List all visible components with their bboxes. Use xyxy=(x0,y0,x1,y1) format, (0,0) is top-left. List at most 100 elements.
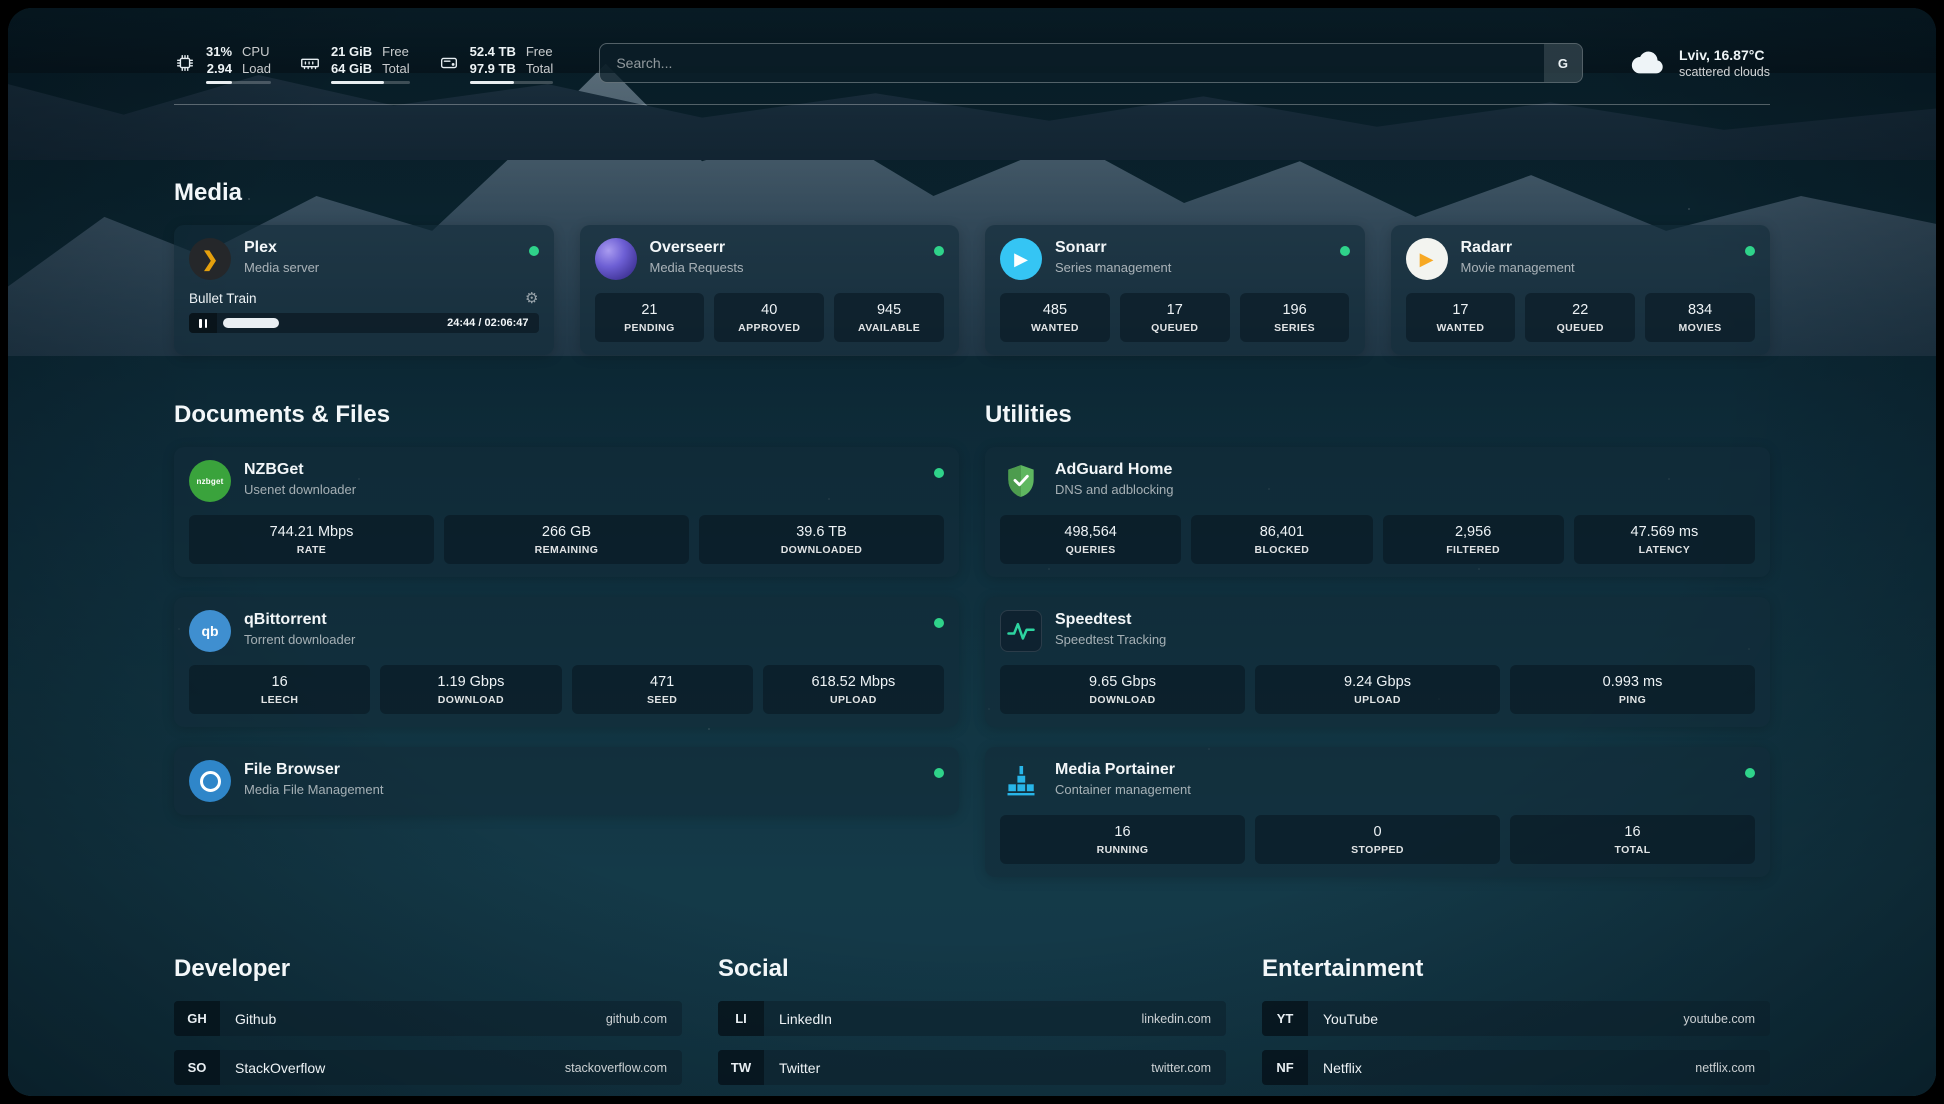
stat-total: 16 TOTAL xyxy=(1510,815,1755,864)
bookmark-netflix[interactable]: NF Netflix netflix.com xyxy=(1262,1050,1770,1085)
service-subtitle: Movie management xyxy=(1461,260,1575,275)
ram-free-value: 21 GiB xyxy=(331,43,372,60)
service-name: Radarr xyxy=(1461,239,1575,257)
search-bar: G xyxy=(599,43,1583,83)
disk-progress-fill xyxy=(470,81,514,84)
bookmark-group-social: Social LI LinkedIn linkedin.com TW Twitt… xyxy=(718,955,1226,1096)
qbittorrent-icon: qb xyxy=(189,610,231,652)
section-title-documents: Documents & Files xyxy=(174,401,959,429)
bookmark-url: linkedin.com xyxy=(1142,1012,1211,1026)
bookmark-twitter[interactable]: TW Twitter twitter.com xyxy=(718,1050,1226,1085)
bookmark-github[interactable]: GH Github github.com xyxy=(174,1001,682,1036)
ram-metric-body: 21 GiB 64 GiB Free Total xyxy=(331,43,410,84)
weather-condition: scattered clouds xyxy=(1679,65,1770,79)
section-title-entertainment: Entertainment xyxy=(1262,955,1770,983)
playback-progress-bar[interactable]: 24:44 / 02:06:47 xyxy=(189,313,539,333)
service-card-portainer[interactable]: Media Portainer Container management 16 … xyxy=(985,747,1770,877)
ram-metric: 21 GiB 64 GiB Free Total xyxy=(299,43,410,84)
now-playing-title: Bullet Train xyxy=(189,291,257,306)
bookmark-abbr: TW xyxy=(718,1050,764,1085)
stat-approved: 40 APPROVED xyxy=(714,293,824,342)
service-card-speedtest[interactable]: Speedtest Speedtest Tracking 9.65 Gbps D… xyxy=(985,597,1770,727)
playback-time: 24:44 / 02:06:47 xyxy=(447,313,528,333)
bookmark-name: LinkedIn xyxy=(779,1011,832,1027)
plex-now-playing: Bullet Train ⚙ 24:44 / 02:06:47 xyxy=(189,291,539,333)
disk-icon xyxy=(438,52,460,74)
cpu-icon xyxy=(174,52,196,74)
service-card-overseerr[interactable]: Overseerr Media Requests 21 PENDING 40 A… xyxy=(580,225,960,355)
service-card-qbittorrent[interactable]: qb qBittorrent Torrent downloader 16 LEE… xyxy=(174,597,959,727)
service-name: NZBGet xyxy=(244,461,356,479)
disk-free-label: Free xyxy=(526,43,553,60)
section-title-developer: Developer xyxy=(174,955,682,983)
bookmark-linkedin[interactable]: LI LinkedIn linkedin.com xyxy=(718,1001,1226,1036)
stat-remaining: 266 GB REMAINING xyxy=(444,515,689,564)
topbar: 31% 2.94 CPU Load xyxy=(174,38,1770,88)
section-media: Media ❯ Plex Media server Bullet Tr xyxy=(174,179,1770,355)
bookmark-name: Netflix xyxy=(1323,1060,1362,1076)
filebrowser-icon xyxy=(189,760,231,802)
bookmark-url: youtube.com xyxy=(1683,1012,1755,1026)
disk-total-label: Total xyxy=(526,60,553,77)
cpu-progress-fill xyxy=(206,81,232,84)
service-subtitle: Media Requests xyxy=(650,260,744,275)
media-grid: ❯ Plex Media server Bullet Train ⚙ xyxy=(174,225,1770,355)
service-subtitle: Media File Management xyxy=(244,782,383,797)
settings-icon[interactable]: ⚙ xyxy=(525,291,538,306)
service-subtitle: Series management xyxy=(1055,260,1171,275)
bookmark-url: stackoverflow.com xyxy=(565,1061,667,1075)
section-title-media: Media xyxy=(174,179,1770,207)
stat-downloaded: 39.6 TB DOWNLOADED xyxy=(699,515,944,564)
service-subtitle: Torrent downloader xyxy=(244,632,355,647)
service-card-radarr[interactable]: ▶ Radarr Movie management 17 WANTED xyxy=(1391,225,1771,355)
bookmark-youtube[interactable]: YT YouTube youtube.com xyxy=(1262,1001,1770,1036)
plex-icon: ❯ xyxy=(189,238,231,280)
weather-location: Lviv, 16.87°C xyxy=(1679,47,1770,63)
ram-total-value: 64 GiB xyxy=(331,60,372,77)
cpu-metric-body: 31% 2.94 CPU Load xyxy=(206,43,271,84)
pause-icon[interactable] xyxy=(189,313,217,333)
cpu-load-label: Load xyxy=(242,60,271,77)
bookmark-name: Github xyxy=(235,1011,276,1027)
bookmark-name: Twitter xyxy=(779,1060,820,1076)
service-card-plex[interactable]: ❯ Plex Media server Bullet Train ⚙ xyxy=(174,225,554,355)
stat-ping: 0.993 ms PING xyxy=(1510,665,1755,714)
status-dot xyxy=(934,246,944,256)
search-provider-button[interactable]: G xyxy=(1544,44,1582,82)
overseerr-icon xyxy=(595,238,637,280)
cloud-icon xyxy=(1629,46,1667,81)
service-subtitle: Speedtest Tracking xyxy=(1055,632,1166,647)
service-card-adguard[interactable]: AdGuard Home DNS and adblocking 498,564 … xyxy=(985,447,1770,577)
weather-widget[interactable]: Lviv, 16.87°C scattered clouds xyxy=(1629,46,1770,81)
service-name: Plex xyxy=(244,239,319,257)
disk-total-value: 97.9 TB xyxy=(470,60,516,77)
dashboard-content: 31% 2.94 CPU Load xyxy=(8,8,1936,1096)
bookmark-name: StackOverflow xyxy=(235,1060,325,1076)
bookmark-abbr: LI xyxy=(718,1001,764,1036)
stat-queued: 17 QUEUED xyxy=(1120,293,1230,342)
ram-progress-track xyxy=(331,81,410,84)
service-card-sonarr[interactable]: ▶ Sonarr Series management 485 WANTED xyxy=(985,225,1365,355)
service-card-nzbget[interactable]: nzbget NZBGet Usenet downloader 744.21 M… xyxy=(174,447,959,577)
status-dot xyxy=(1745,246,1755,256)
service-card-filebrowser[interactable]: File Browser Media File Management xyxy=(174,747,959,815)
bookmark-abbr: NF xyxy=(1262,1050,1308,1085)
bookmark-stackoverflow[interactable]: SO StackOverflow stackoverflow.com xyxy=(174,1050,682,1085)
status-dot xyxy=(934,768,944,778)
bookmark-group-entertainment: Entertainment YT YouTube youtube.com NF … xyxy=(1262,955,1770,1096)
stat-upload: 9.24 Gbps UPLOAD xyxy=(1255,665,1500,714)
section-title-utilities: Utilities xyxy=(985,401,1770,429)
service-name: Speedtest xyxy=(1055,611,1166,629)
search-input[interactable] xyxy=(599,43,1583,83)
stat-wanted: 485 WANTED xyxy=(1000,293,1110,342)
ram-icon xyxy=(299,52,321,74)
stat-series: 196 SERIES xyxy=(1240,293,1350,342)
sonarr-icon: ▶ xyxy=(1000,238,1042,280)
service-subtitle: Media server xyxy=(244,260,319,275)
service-subtitle: Usenet downloader xyxy=(244,482,356,497)
service-subtitle: DNS and adblocking xyxy=(1055,482,1174,497)
stat-available: 945 AVAILABLE xyxy=(834,293,944,342)
bookmark-url: twitter.com xyxy=(1151,1061,1211,1075)
nzbget-icon: nzbget xyxy=(189,460,231,502)
stat-seed: 471 SEED xyxy=(572,665,753,714)
